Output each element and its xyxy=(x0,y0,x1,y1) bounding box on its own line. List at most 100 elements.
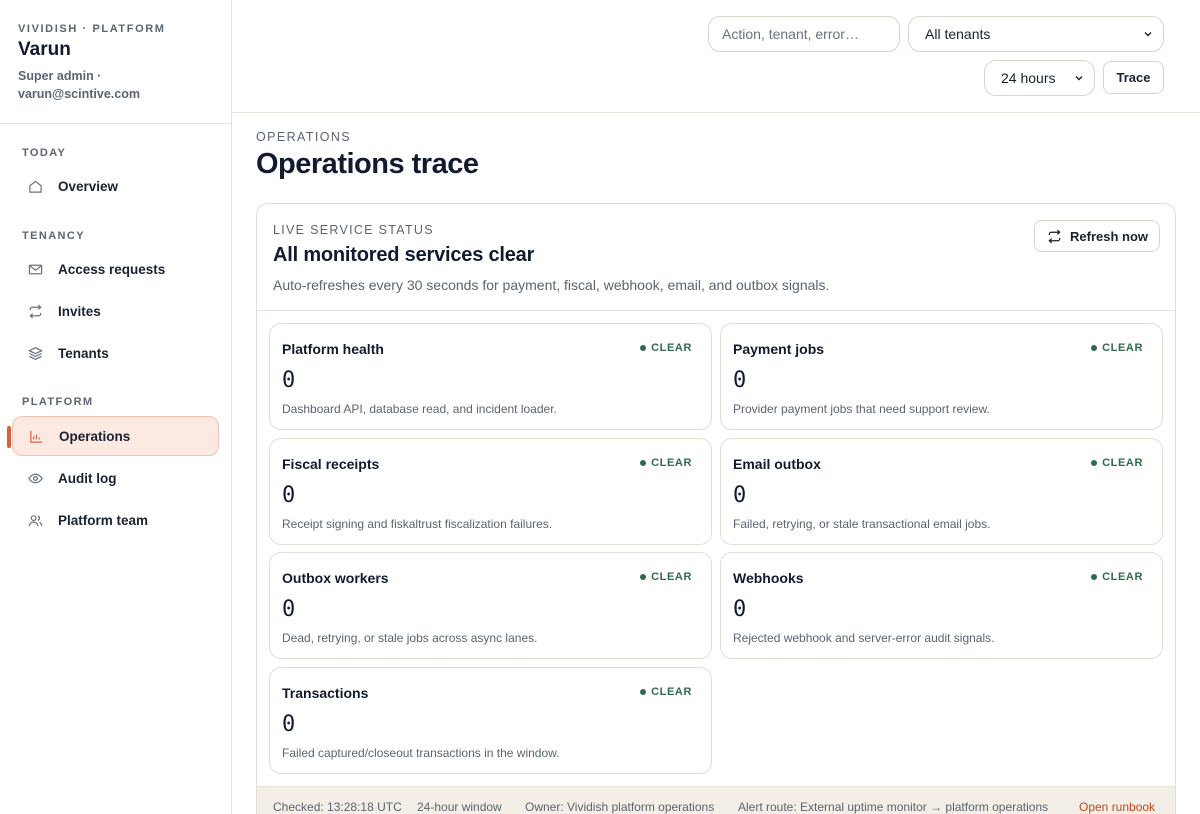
card-title: Transactions xyxy=(282,685,369,701)
status-badge: CLEAR xyxy=(640,686,692,698)
sidebar-item-label: Operations xyxy=(59,428,131,444)
sidebar-item-invites[interactable]: Invites xyxy=(12,291,219,331)
owner-label: Owner: Vividish platform operations xyxy=(525,800,715,814)
status-badge: CLEAR xyxy=(1091,571,1143,583)
active-indicator xyxy=(7,426,11,448)
card-description: Dead, retrying, or stale jobs across asy… xyxy=(282,631,538,645)
sidebar-item-operations[interactable]: Operations xyxy=(12,416,219,456)
refresh-icon xyxy=(1047,229,1062,244)
status-label: CLEAR xyxy=(1102,457,1143,469)
user-name: Varun xyxy=(18,39,71,60)
nav-section-today: TODAY xyxy=(22,147,67,159)
card-value: 0 xyxy=(282,368,296,393)
live-status-panel: LIVE SERVICE STATUS All monitored servic… xyxy=(256,203,1176,814)
checked-timestamp: Checked: 13:28:18 UTC xyxy=(273,800,402,814)
status-card-platform-health[interactable]: Platform health CLEAR 0 Dashboard API, d… xyxy=(269,323,712,430)
users-icon xyxy=(27,512,43,528)
status-card-outbox-workers[interactable]: Outbox workers CLEAR 0 Dead, retrying, o… xyxy=(269,552,712,659)
nav-section-tenancy: TENANCY xyxy=(22,230,85,242)
time-window-select[interactable]: 24 hours xyxy=(984,60,1095,96)
card-description: Receipt signing and fiskaltrust fiscaliz… xyxy=(282,517,553,531)
sidebar-item-platform-team[interactable]: Platform team xyxy=(12,500,219,540)
page-title: Operations trace xyxy=(256,148,479,180)
user-email: varun@scintive.com xyxy=(18,87,140,101)
eye-icon xyxy=(27,470,43,486)
status-badge: CLEAR xyxy=(640,457,692,469)
card-title: Payment jobs xyxy=(733,341,825,357)
page-eyebrow: OPERATIONS xyxy=(256,130,352,144)
sidebar-item-label: Access requests xyxy=(58,261,166,277)
card-description: Rejected webhook and server-error audit … xyxy=(733,631,995,645)
card-description: Failed captured/closeout transactions in… xyxy=(282,746,560,760)
status-label: CLEAR xyxy=(651,686,692,698)
card-description: Provider payment jobs that need support … xyxy=(733,402,990,416)
sidebar-item-label: Overview xyxy=(58,178,119,194)
panel-title: All monitored services clear xyxy=(273,244,535,266)
sidebar-item-access-requests[interactable]: Access requests xyxy=(12,249,219,289)
status-dot xyxy=(640,460,647,466)
status-dot xyxy=(640,574,647,580)
topbar: All tenants 24 hours Trace xyxy=(232,0,1200,113)
status-label: CLEAR xyxy=(651,571,692,583)
card-description: Failed, retrying, or stale transactional… xyxy=(733,517,991,531)
search-input[interactable] xyxy=(708,16,900,52)
chevron-down-icon xyxy=(1144,32,1152,37)
sidebar-item-audit-log[interactable]: Audit log xyxy=(12,458,219,498)
tenant-select[interactable]: All tenants xyxy=(908,16,1164,52)
status-badge: CLEAR xyxy=(640,571,692,583)
card-value: 0 xyxy=(733,483,747,508)
status-label: CLEAR xyxy=(1102,571,1143,583)
status-badge: CLEAR xyxy=(1091,342,1143,354)
card-value: 0 xyxy=(282,483,296,508)
card-value: 0 xyxy=(282,597,296,622)
brand-eyebrow: VIVIDISH · PLATFORM xyxy=(18,23,166,35)
status-dot xyxy=(1091,574,1098,580)
nav-section-platform: PLATFORM xyxy=(22,396,94,408)
status-badge: CLEAR xyxy=(640,342,692,354)
panel-header: LIVE SERVICE STATUS All monitored servic… xyxy=(257,204,1175,311)
mail-icon xyxy=(27,261,43,277)
status-dot xyxy=(640,345,647,351)
status-dot xyxy=(640,689,647,695)
status-card-email-outbox[interactable]: Email outbox CLEAR 0 Failed, retrying, o… xyxy=(720,438,1163,545)
home-icon xyxy=(27,178,43,194)
card-title: Outbox workers xyxy=(282,570,389,586)
status-card-webhooks[interactable]: Webhooks CLEAR 0 Rejected webhook and se… xyxy=(720,552,1163,659)
card-value: 0 xyxy=(733,597,747,622)
repeat-icon xyxy=(27,303,43,319)
panel-eyebrow: LIVE SERVICE STATUS xyxy=(273,223,434,237)
card-value: 0 xyxy=(733,368,747,393)
status-label: CLEAR xyxy=(651,342,692,354)
alert-route-label: Alert route: External uptime monitor → p… xyxy=(738,800,1049,814)
sidebar-item-overview[interactable]: Overview xyxy=(12,166,219,206)
status-card-fiscal-receipts[interactable]: Fiscal receipts CLEAR 0 Receipt signing … xyxy=(269,438,712,545)
refresh-now-button[interactable]: Refresh now xyxy=(1034,220,1160,252)
window-label: 24-hour window xyxy=(417,800,502,814)
status-dot xyxy=(1091,460,1098,466)
sidebar-item-label: Audit log xyxy=(58,470,117,486)
layers-icon xyxy=(27,345,43,361)
card-title: Fiscal receipts xyxy=(282,456,380,472)
tenant-select-value: All tenants xyxy=(925,26,991,42)
card-title: Webhooks xyxy=(733,570,804,586)
sidebar-item-tenants[interactable]: Tenants xyxy=(12,333,219,373)
bar-chart-icon xyxy=(28,428,44,444)
status-badge: CLEAR xyxy=(1091,457,1143,469)
card-description: Dashboard API, database read, and incide… xyxy=(282,402,557,416)
user-role: Super admin · xyxy=(18,69,102,83)
card-title: Email outbox xyxy=(733,456,821,472)
sidebar: VIVIDISH · PLATFORM Varun Super admin · … xyxy=(0,0,232,814)
status-dot xyxy=(1091,345,1098,351)
panel-description: Auto-refreshes every 30 seconds for paym… xyxy=(273,277,830,293)
card-value: 0 xyxy=(282,712,296,737)
open-runbook-link[interactable]: Open runbook xyxy=(1079,800,1155,814)
user-meta: Super admin · varun@scintive.com xyxy=(18,67,213,103)
status-card-payment-jobs[interactable]: Payment jobs CLEAR 0 Provider payment jo… xyxy=(720,323,1163,430)
status-card-transactions[interactable]: Transactions CLEAR 0 Failed captured/clo… xyxy=(269,667,712,774)
refresh-label: Refresh now xyxy=(1070,228,1149,244)
sidebar-item-label: Platform team xyxy=(58,512,149,528)
status-label: CLEAR xyxy=(651,457,692,469)
trace-button[interactable]: Trace xyxy=(1103,61,1164,94)
status-label: CLEAR xyxy=(1102,342,1143,354)
time-window-value: 24 hours xyxy=(1001,70,1056,86)
